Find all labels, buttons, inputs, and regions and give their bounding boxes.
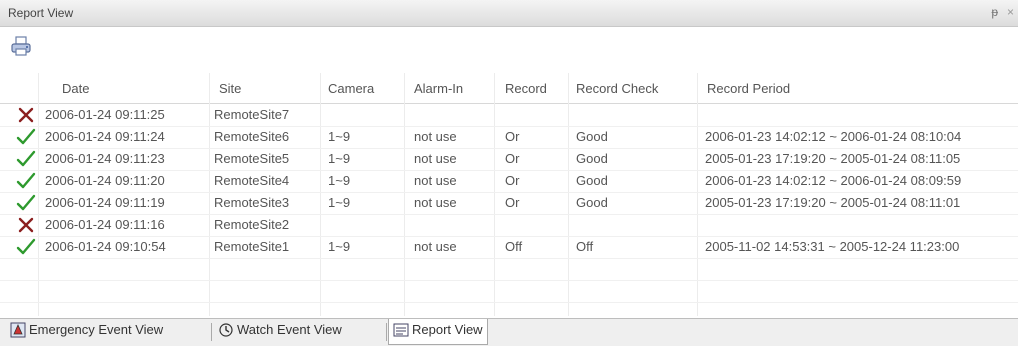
cell-camera: 1~9 bbox=[328, 173, 351, 188]
column-header-camera[interactable]: Camera bbox=[328, 81, 374, 96]
table-row[interactable]: 2006-01-24 09:10:54 RemoteSite1 1~9 not use… bbox=[0, 236, 1018, 259]
empty-row bbox=[0, 258, 1018, 281]
table-row[interactable]: 2006-01-24 09:11:24 RemoteSite6 1~9 not use… bbox=[0, 126, 1018, 149]
column-header-record[interactable]: Record bbox=[505, 81, 547, 96]
panel-titlebar: Report View ᵽ × bbox=[0, 0, 1018, 27]
cell-camera: 1~9 bbox=[328, 151, 351, 166]
check-icon bbox=[16, 194, 36, 212]
cell-record: Or bbox=[505, 151, 520, 166]
panel-title: Report View bbox=[8, 6, 74, 20]
tab-label: Watch Event View bbox=[237, 322, 342, 338]
cell-alarm-in: not use bbox=[414, 195, 457, 210]
check-icon bbox=[16, 150, 36, 168]
pin-icon[interactable]: ᵽ bbox=[991, 5, 998, 19]
cell-record-check: Off bbox=[576, 239, 594, 254]
tab-watch-event-view[interactable]: Watch Event View bbox=[214, 321, 346, 343]
cell-alarm-in: not use bbox=[414, 129, 457, 144]
cell-record: Or bbox=[505, 195, 520, 210]
table-row[interactable]: 2006-01-24 09:11:20 RemoteSite4 1~9 not use… bbox=[0, 170, 1018, 193]
tab-divider bbox=[211, 323, 212, 341]
check-icon bbox=[16, 238, 36, 256]
cell-site: RemoteSite6 bbox=[214, 129, 290, 144]
column-header-record-check[interactable]: Record Check bbox=[576, 81, 658, 96]
cell-date: 2006-01-24 09:11:20 bbox=[45, 173, 165, 188]
cell-site: RemoteSite7 bbox=[214, 107, 290, 122]
check-icon bbox=[16, 128, 36, 146]
emergency-icon bbox=[10, 322, 26, 338]
cell-record-period: 2005-11-02 14:53:31 ~ 2005-12-24 11:23:0… bbox=[705, 239, 960, 254]
cross-icon bbox=[16, 106, 36, 124]
table-row[interactable]: 2006-01-24 09:11:25 RemoteSite7 bbox=[0, 104, 1018, 127]
report-icon bbox=[393, 323, 409, 337]
cell-camera: 1~9 bbox=[328, 129, 351, 144]
cell-date: 2006-01-24 09:10:54 bbox=[45, 239, 166, 254]
print-button[interactable] bbox=[10, 35, 36, 59]
cell-site: RemoteSite4 bbox=[214, 173, 290, 188]
cell-record-check: Good bbox=[576, 129, 608, 144]
tab-label: Emergency Event View bbox=[29, 322, 164, 338]
column-header-site[interactable]: Site bbox=[219, 81, 241, 96]
cell-camera: 1~9 bbox=[328, 195, 351, 210]
cell-date: 2006-01-24 09:11:23 bbox=[45, 151, 165, 166]
tab-label: Report View bbox=[412, 322, 483, 338]
toolbar bbox=[0, 27, 1018, 71]
cell-date: 2006-01-24 09:11:25 bbox=[45, 107, 165, 122]
cell-record: Off bbox=[505, 239, 523, 254]
cell-alarm-in: not use bbox=[414, 173, 457, 188]
cell-record-period: 2005-01-23 17:19:20 ~ 2005-01-24 08:11:0… bbox=[705, 151, 961, 166]
cell-date: 2006-01-24 09:11:16 bbox=[45, 217, 165, 232]
tab-divider bbox=[386, 323, 387, 341]
cell-alarm-in: not use bbox=[414, 151, 457, 166]
watch-icon bbox=[219, 322, 233, 337]
cell-record: Or bbox=[505, 129, 520, 144]
cell-site: RemoteSite2 bbox=[214, 217, 290, 232]
empty-row bbox=[0, 280, 1018, 303]
column-header-alarm-in[interactable]: Alarm-In bbox=[414, 81, 463, 96]
close-icon[interactable]: × bbox=[1007, 5, 1014, 19]
cell-site: RemoteSite5 bbox=[214, 151, 290, 166]
cell-alarm-in: not use bbox=[414, 239, 457, 254]
column-header-record-period[interactable]: Record Period bbox=[707, 81, 790, 96]
table-row[interactable]: 2006-01-24 09:11:19 RemoteSite3 1~9 not use… bbox=[0, 192, 1018, 215]
cell-record-period: 2006-01-23 14:02:12 ~ 2006-01-24 08:10:0… bbox=[705, 129, 962, 144]
view-tab-bar: Emergency Event View Watch Event View Re… bbox=[0, 318, 1018, 346]
printer-icon bbox=[11, 36, 31, 56]
tab-report-view[interactable]: Report View bbox=[388, 319, 488, 345]
cell-camera: 1~9 bbox=[328, 239, 351, 254]
column-header-date[interactable]: Date bbox=[62, 81, 89, 96]
cell-record: Or bbox=[505, 173, 520, 188]
cell-record-period: 2006-01-23 14:02:12 ~ 2006-01-24 08:09:5… bbox=[705, 173, 962, 188]
report-table: Date Site Camera Alarm-In Record Record … bbox=[0, 73, 1018, 325]
cell-record-check: Good bbox=[576, 173, 608, 188]
cell-date: 2006-01-24 09:11:24 bbox=[45, 129, 165, 144]
cell-date: 2006-01-24 09:11:19 bbox=[45, 195, 165, 210]
table-header: Date Site Camera Alarm-In Record Record … bbox=[0, 73, 1018, 104]
cross-icon bbox=[16, 216, 36, 234]
cell-record-check: Good bbox=[576, 195, 608, 210]
table-row[interactable]: 2006-01-24 09:11:16 RemoteSite2 bbox=[0, 214, 1018, 237]
table-row[interactable]: 2006-01-24 09:11:23 RemoteSite5 1~9 not use… bbox=[0, 148, 1018, 171]
check-icon bbox=[16, 172, 36, 190]
cell-site: RemoteSite1 bbox=[214, 239, 290, 254]
cell-record-check: Good bbox=[576, 151, 608, 166]
tab-emergency-event-view[interactable]: Emergency Event View bbox=[6, 321, 167, 343]
cell-site: RemoteSite3 bbox=[214, 195, 290, 210]
cell-record-period: 2005-01-23 17:19:20 ~ 2005-01-24 08:11:0… bbox=[705, 195, 961, 210]
